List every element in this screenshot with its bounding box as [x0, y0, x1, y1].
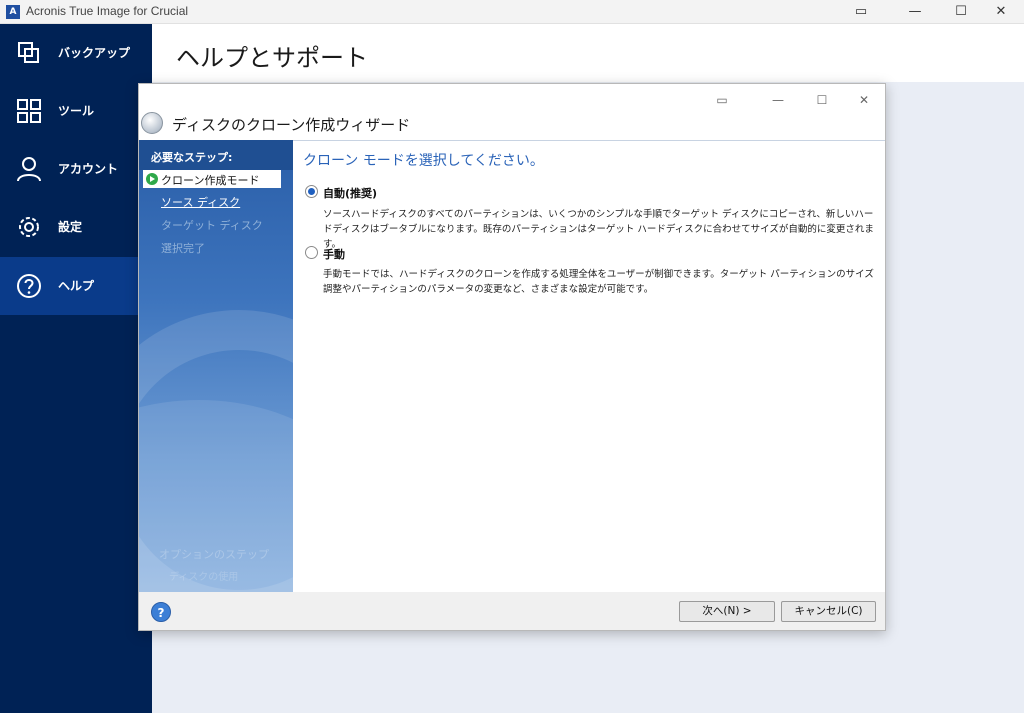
auto-mode-description: ソースハードディスクのすべてのパーティションは、いくつかのシンプルな手順でターゲ… [323, 209, 874, 250]
decorative-swirl [139, 400, 293, 592]
backup-icon [18, 42, 39, 63]
sidebar-item-label: アカウント [58, 162, 119, 176]
help-icon [17, 274, 41, 298]
close-button[interactable]: ✕ [978, 0, 1024, 24]
sidebar-item-backup[interactable]: バックアップ [0, 24, 138, 82]
window-titlebar: A Acronis True Image for Crucial ▭ — ☐ ✕ [0, 0, 1024, 24]
window-title: Acronis True Image for Crucial [26, 4, 189, 18]
step-finish: 選択完了 [161, 242, 205, 255]
dialog-footer: ? 次へ(N) > キャンセル(C) [139, 592, 885, 630]
content-heading: クローン モードを選択してください。 [303, 153, 544, 169]
restore-window-icon[interactable]: ▭ [707, 90, 737, 110]
acronis-logo-icon: A [6, 5, 20, 19]
dialog-close-button[interactable]: ✕ [849, 90, 879, 110]
steps-header: 必要なステップ: [139, 140, 293, 170]
gear-icon [19, 217, 39, 237]
dialog-title: ディスクのクローン作成ウィザード [172, 116, 411, 134]
step-label: クローン作成モード [161, 174, 260, 187]
sidebar-item-label: 設定 [58, 220, 83, 234]
sidebar-item-label: バックアップ [58, 46, 131, 60]
cancel-button[interactable]: キャンセル(C) [781, 601, 876, 622]
sidebar-item-help[interactable]: ヘルプ [0, 257, 138, 315]
manual-mode-radio[interactable] [305, 246, 318, 259]
step-source-disk[interactable]: ソース ディスク [161, 194, 240, 210]
sidebar: バックアップ ツール アカウント 設定 ヘルプ [0, 24, 152, 713]
manual-mode-description: 手動モードでは、ハードディスクのクローンを作成する処理全体をユーザーが制御できま… [323, 269, 874, 295]
manual-mode-label[interactable]: 手動 [323, 246, 345, 262]
step-clone-mode[interactable]: クローン作成モード [143, 170, 281, 188]
tools-icon [17, 99, 41, 123]
auto-mode-label[interactable]: 自動(推奨) [323, 185, 377, 201]
minimize-button[interactable]: — [892, 0, 938, 24]
wizard-steps-panel: 必要なステップ: クローン作成モード ソース ディスク ターゲット ディスク 選… [139, 140, 293, 592]
optional-steps-header: オプションのステップ [159, 548, 269, 561]
account-icon [17, 157, 41, 182]
main-header: ヘルプとサポート [152, 24, 1024, 82]
dialog-titlebar: ▭ — ☐ ✕ ディスクのクローン作成ウィザード [139, 84, 885, 140]
restore-window-icon[interactable]: ▭ [838, 0, 884, 24]
disk-clone-icon [141, 112, 163, 134]
optional-step-item: ディスクの使用 [169, 572, 239, 583]
sidebar-item-tools[interactable]: ツール [0, 82, 138, 140]
dialog-minimize-button[interactable]: — [763, 90, 793, 110]
help-icon[interactable]: ? [151, 602, 171, 622]
current-step-arrow-icon [146, 173, 158, 185]
next-button[interactable]: 次へ(N) > [679, 601, 775, 622]
wizard-content: クローン モードを選択してください。 自動(推奨) ソースハードディスクのすべて… [293, 140, 885, 592]
sidebar-item-label: ヘルプ [58, 279, 95, 293]
sidebar-item-label: ツール [58, 104, 95, 118]
auto-mode-radio[interactable] [305, 185, 318, 198]
clone-disk-wizard-dialog: ▭ — ☐ ✕ ディスクのクローン作成ウィザード 必要なステップ: クローン作成… [138, 83, 886, 631]
step-target-disk: ターゲット ディスク [161, 219, 263, 232]
sidebar-item-settings[interactable]: 設定 [0, 198, 138, 256]
sidebar-item-account[interactable]: アカウント [0, 140, 138, 198]
page-title: ヘルプとサポート [176, 44, 368, 72]
dialog-maximize-button[interactable]: ☐ [807, 90, 837, 110]
